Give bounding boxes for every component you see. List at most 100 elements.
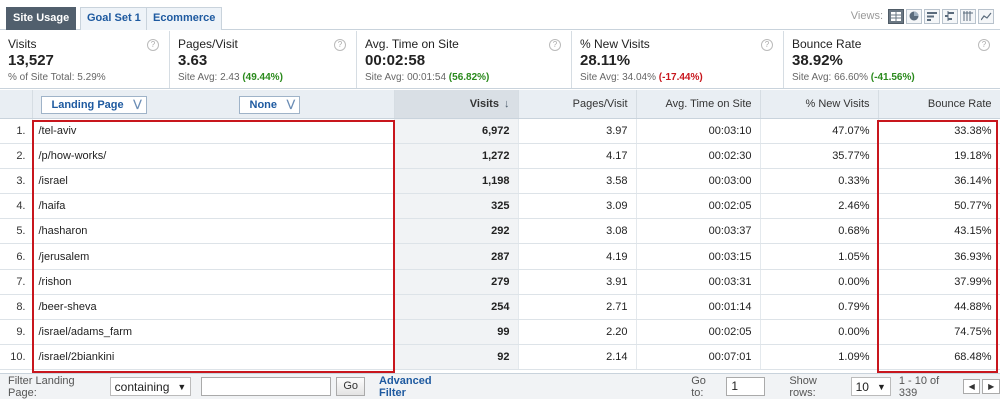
pages-per-visit-cell: 4.19	[518, 243, 637, 270]
previous-page-icon[interactable]: ◀	[962, 379, 981, 394]
tab-goal-set-1[interactable]: Goal Set 1	[80, 7, 148, 30]
landing-page-cell[interactable]: /p/how-works/	[32, 143, 395, 169]
new-visits-cell: 35.77%	[760, 143, 879, 169]
help-icon[interactable]: ?	[978, 39, 990, 51]
filter-mode-select[interactable]: containing ▼	[109, 377, 192, 396]
visits-cell: 1,272	[394, 143, 519, 169]
chevron-down-icon: ⋁	[286, 99, 295, 110]
tab-ecommerce[interactable]: Ecommerce	[146, 7, 223, 30]
metric-name: Pages/Visit	[178, 37, 238, 51]
go-button[interactable]: Go	[336, 377, 365, 396]
metrics-scorecard: Visits 13,527 % of Site Total: 5.29% ? P…	[0, 31, 1000, 89]
metric-subtext: Site Avg: 34.04% (-17.44%)	[580, 72, 703, 83]
avg-time-cell: 00:03:00	[636, 168, 761, 195]
show-rows-select[interactable]: 10 ▼	[850, 377, 891, 396]
pivot-view-icon[interactable]	[960, 8, 976, 24]
visits-cell: 99	[394, 319, 519, 346]
row-index: 3.	[0, 168, 33, 195]
landing-page-cell[interactable]: /tel-aviv	[32, 118, 395, 144]
landing-page-cell[interactable]: /haifa	[32, 193, 395, 220]
landing-page-cell[interactable]: /jerusalem	[32, 243, 395, 270]
landing-page-cell[interactable]: /hasharon	[32, 218, 395, 245]
avg-time-cell: 00:01:14	[636, 294, 761, 321]
metric-value: 00:02:58	[365, 52, 426, 69]
metric-subtext: Site Avg: 00:01:54 (56.82%)	[365, 72, 490, 83]
bounce-rate-cell: 37.99%	[878, 269, 1000, 295]
column-header-pages-per-visit[interactable]: Pages/Visit	[518, 90, 637, 119]
index-header	[0, 90, 33, 119]
pages-per-visit-cell: 3.08	[518, 218, 637, 245]
column-header-bounce-rate[interactable]: Bounce Rate	[878, 90, 1000, 119]
column-header-visits[interactable]: Visits ↓	[394, 90, 519, 119]
help-icon[interactable]: ?	[549, 39, 561, 51]
bounce-rate-cell: 43.15%	[878, 218, 1000, 245]
sort-descending-icon: ↓	[500, 97, 510, 110]
performance-view-icon[interactable]	[924, 8, 940, 24]
new-visits-cell: 1.09%	[760, 344, 879, 371]
metric-value: 3.63	[178, 52, 208, 69]
metric-value: 28.11%	[580, 52, 631, 69]
pagination-range: 1 - 10 of 339	[898, 374, 940, 399]
metric-name: Visits	[8, 37, 37, 51]
show-rows-label: Show rows:	[789, 374, 817, 399]
new-visits-cell: 0.00%	[760, 319, 879, 346]
bounce-rate-cell: 36.93%	[878, 243, 1000, 270]
report-tabs-bar: Site Usage Goal Set 1 Ecommerce Views:	[0, 0, 1000, 30]
trend-view-icon[interactable]	[978, 8, 994, 24]
new-visits-cell: 0.68%	[760, 218, 879, 245]
avg-time-cell: 00:02:30	[636, 143, 761, 169]
landing-page-cell[interactable]: /rishon	[32, 269, 395, 295]
row-index: 5.	[0, 218, 33, 245]
table-row: 3./israel 1,198 3.58 00:03:00 0.33% 36.14%	[0, 168, 1000, 195]
avg-time-cell: 00:02:05	[636, 193, 761, 220]
metric-name: % New Visits	[580, 37, 650, 51]
help-icon[interactable]: ?	[761, 39, 773, 51]
new-visits-cell: 47.07%	[760, 118, 879, 144]
bounce-rate-cell: 19.18%	[878, 143, 1000, 169]
goto-label: Go to:	[691, 374, 706, 399]
table-view-icon[interactable]	[888, 8, 904, 24]
comparison-view-icon[interactable]	[942, 8, 958, 24]
secondary-dimension-select[interactable]: None ⋁	[238, 96, 300, 114]
next-page-icon[interactable]: ▶	[982, 379, 1000, 394]
tab-site-usage[interactable]: Site Usage	[6, 7, 77, 30]
metric-subtext: Site Avg: 66.60% (-41.56%)	[792, 72, 915, 83]
pages-per-visit-cell: 2.20	[518, 319, 637, 346]
dropdown-arrow-icon: ▼	[177, 381, 187, 392]
metric-avg-time-on-site: Avg. Time on Site 00:02:58 Site Avg: 00:…	[357, 31, 572, 88]
row-index: 10.	[0, 344, 33, 371]
metric-name: Avg. Time on Site	[365, 37, 459, 51]
landing-page-cell[interactable]: /beer-sheva	[32, 294, 395, 321]
pie-view-icon[interactable]	[906, 8, 922, 24]
pages-per-visit-cell: 3.97	[518, 118, 637, 144]
visits-cell: 254	[394, 294, 519, 321]
visits-cell: 6,972	[394, 118, 519, 144]
goto-page-input[interactable]: 1	[726, 377, 766, 396]
landing-page-cell[interactable]: /israel/adams_farm	[32, 319, 395, 346]
landing-page-cell[interactable]: /israel/2biankini	[32, 344, 395, 371]
table-row: 1./tel-aviv 6,972 3.97 00:03:10 47.07% 33.38%	[0, 118, 1000, 144]
metric-visits: Visits 13,527 % of Site Total: 5.29% ?	[0, 31, 170, 88]
table-row: 7./rishon 279 3.91 00:03:31 0.00% 37.99%	[0, 269, 1000, 295]
bounce-rate-cell: 44.88%	[878, 294, 1000, 321]
bounce-rate-cell: 74.75%	[878, 319, 1000, 346]
help-icon[interactable]: ?	[147, 39, 159, 51]
metric-bounce-rate: Bounce Rate 38.92% Site Avg: 66.60% (-41…	[784, 31, 1000, 88]
row-index: 7.	[0, 269, 33, 295]
column-header-avg-time-on-site[interactable]: Avg. Time on Site	[636, 90, 761, 119]
table-row: 9./israel/adams_farm 99 2.20 00:02:05 0.00% 7…	[0, 319, 1000, 346]
advanced-filter-link[interactable]: Advanced Filter	[379, 375, 459, 399]
column-header-new-visits[interactable]: % New Visits	[760, 90, 879, 119]
avg-time-cell: 00:03:37	[636, 218, 761, 245]
metric-subtext: % of Site Total: 5.29%	[8, 72, 106, 83]
landing-page-cell[interactable]: /israel	[32, 168, 395, 195]
row-index: 9.	[0, 319, 33, 346]
chevron-down-icon: ⋁	[133, 99, 142, 110]
visits-cell: 325	[394, 193, 519, 220]
filter-input[interactable]	[201, 377, 332, 396]
help-icon[interactable]: ?	[334, 39, 346, 51]
pages-per-visit-cell: 2.14	[518, 344, 637, 371]
landing-pages-table: Landing Page ⋁ None ⋁ Visits ↓ Pages/Visit…	[0, 90, 1000, 371]
pages-per-visit-cell: 3.91	[518, 269, 637, 295]
primary-dimension-select[interactable]: Landing Page ⋁	[40, 96, 147, 114]
